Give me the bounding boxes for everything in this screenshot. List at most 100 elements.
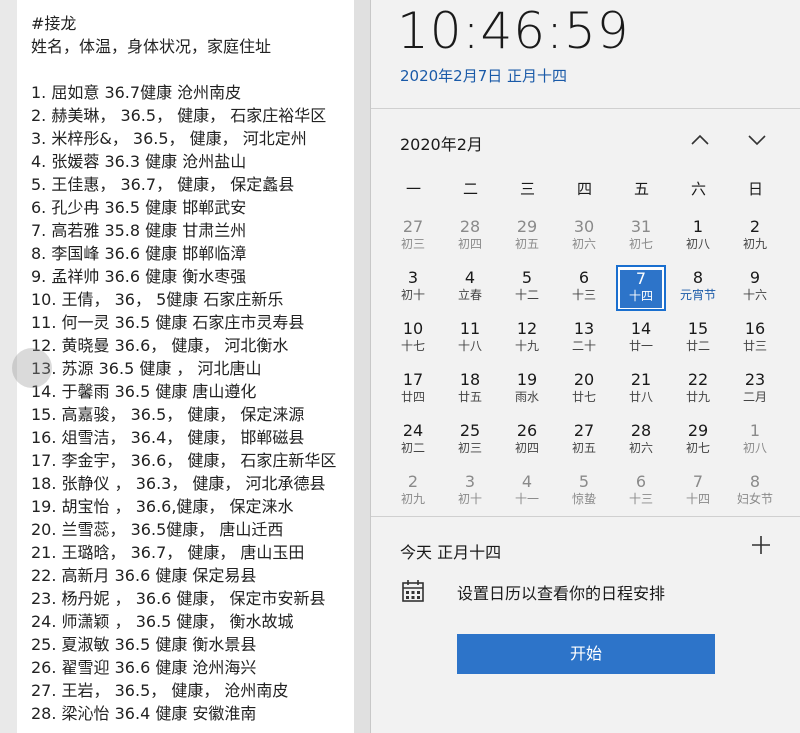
calendar-day[interactable]: 2 初九 [388,469,438,515]
note-line: 7. 高若雅 35.8 健康 甘肃兰州 [31,221,247,240]
note-line: 22. 高新月 36.6 健康 保定易县 [31,566,257,585]
day-number: 23 [744,370,766,389]
calendar-day[interactable]: 18 廿五 [445,367,495,413]
calendar-day[interactable]: 6 十三 [616,469,666,515]
calendar-day[interactable]: 25 初三 [445,418,495,464]
day-number: 9 [749,268,761,287]
calendar-day[interactable]: 26 初四 [502,418,552,464]
note-line: 4. 张媛蓉 36.3 健康 沧州盐山 [31,152,247,171]
lunar-date-label: 廿三 [742,339,767,353]
day-number: 28 [630,421,652,440]
lunar-date-label: 十六 [742,288,767,302]
calendar-day[interactable]: 3 初十 [445,469,495,515]
note-line: 1. 屈如意 36.7健康 沧州南皮 [31,83,242,102]
lunar-date-label: 妇女节 [736,492,773,506]
calendar-day[interactable]: 21 廿八 [616,367,666,413]
day-number: 2 [749,217,761,236]
calendar-day[interactable]: 28 初四 [445,214,495,260]
month-title[interactable]: 2020年2月 [400,131,483,155]
note-line: 8. 李国峰 36.6 健康 邯郸临漳 [31,244,247,263]
calendar-day-today[interactable]: 7 十四 [616,265,666,311]
calendar-day[interactable]: 27 初三 [388,214,438,260]
day-number: 4 [521,472,533,491]
day-number: 7 [635,269,647,288]
calendar-day[interactable]: 4 立春 [445,265,495,311]
calendar-day[interactable]: 23 二月 [730,367,780,413]
note-line: 23. 杨丹妮 ， 36.6 健康， 保定市安新县 [31,589,326,608]
day-number: 24 [402,421,424,440]
calendar-day[interactable]: 28 初六 [616,418,666,464]
note-line: 20. 兰雪蕊， 36.5健康， 唐山迁西 [31,520,284,539]
lunar-date-label: 十三 [628,492,653,506]
lunar-date-label: 初二 [400,441,425,455]
calendar-day[interactable]: 7 十四 [673,469,723,515]
calendar-day[interactable]: 20 廿七 [559,367,609,413]
calendar-day[interactable]: 5 惊蛰 [559,469,609,515]
calendar-day[interactable]: 24 初二 [388,418,438,464]
calendar-day[interactable]: 29 初七 [673,418,723,464]
calendar-day[interactable]: 9 十六 [730,265,780,311]
calendar-day[interactable]: 6 十三 [559,265,609,311]
day-number: 29 [516,217,538,236]
calendar-day[interactable]: 30 初六 [559,214,609,260]
calendar-day[interactable]: 27 初五 [559,418,609,464]
calendar-day[interactable]: 1 初八 [730,418,780,464]
day-number: 8 [749,472,761,491]
note-line: 16. 俎雪洁， 36.4， 健康， 邯郸磁县 [31,428,305,447]
agenda-message: 设置日历以查看你的日程安排 [457,584,666,603]
calendar-day[interactable]: 31 初七 [616,214,666,260]
lunar-date-label: 十三 [571,288,596,302]
day-number: 15 [687,319,709,338]
calendar-day[interactable]: 8 元宵节 [673,265,723,311]
calendar-day[interactable]: 17 廿四 [388,367,438,413]
calendar-day[interactable]: 4 十一 [502,469,552,515]
calendar-day[interactable]: 1 初八 [673,214,723,260]
day-number: 2 [407,472,419,491]
day-number: 28 [459,217,481,236]
calendar-day[interactable]: 29 初五 [502,214,552,260]
calendar-day[interactable]: 5 十二 [502,265,552,311]
weekday-header: 三 [519,180,535,198]
calendar-day[interactable]: 15 廿二 [673,316,723,362]
chevron-up-icon[interactable] [687,128,713,154]
clock-calendar-flyout: 10:46:59 2020年2月7日 正月十四 2020年2月 一二三四五六日 … [370,0,800,733]
day-number: 5 [521,268,533,287]
calendar-day[interactable]: 11 十八 [445,316,495,362]
note-title: #接龙 [31,14,77,33]
note-line: 26. 翟雪迎 36.6 健康 沧州海兴 [31,658,257,677]
lunar-date-label: 廿九 [685,390,710,404]
weekday-header: 四 [576,180,592,198]
calendar-day[interactable]: 3 初十 [388,265,438,311]
calendar-day[interactable]: 16 廿三 [730,316,780,362]
calendar-day[interactable]: 10 十七 [388,316,438,362]
note-line: 17. 李金宇， 36.6， 健康， 石家庄新华区 [31,451,337,470]
full-date-link[interactable]: 2020年2月7日 正月十四 [400,65,567,86]
lunar-date-label: 初三 [400,237,425,251]
note-line: 12. 黄晓曼 36.6， 健康， 河北衡水 [31,336,289,355]
calendar-day[interactable]: 12 十九 [502,316,552,362]
day-number: 8 [692,268,704,287]
day-number: 6 [635,472,647,491]
scroll-handle[interactable] [12,348,52,388]
weekday-header: 六 [690,180,706,198]
start-button[interactable]: 开始 [457,634,715,674]
agenda-heading: 今天 正月十四 [400,543,502,562]
lunar-date-label: 初七 [628,237,653,251]
plus-icon[interactable] [751,532,771,562]
day-number: 30 [573,217,595,236]
day-number: 3 [407,268,419,287]
calendar-day[interactable]: 13 二十 [559,316,609,362]
calendar-day[interactable]: 2 初九 [730,214,780,260]
lunar-date-label: 初八 [685,237,710,251]
calendar-day[interactable]: 14 廿一 [616,316,666,362]
lunar-date-label: 廿五 [457,390,482,404]
lunar-date-label: 初五 [571,441,596,455]
calendar-day[interactable]: 19 雨水 [502,367,552,413]
calendar-day[interactable]: 8 妇女节 [730,469,780,515]
chevron-down-icon[interactable] [744,128,770,154]
note-line: 24. 师潇颖 ， 36.5 健康， 衡水故城 [31,612,294,631]
lunar-date-label: 立春 [457,288,482,302]
lunar-date-label: 十一 [514,492,539,506]
calendar-day[interactable]: 22 廿九 [673,367,723,413]
calendar-icon [401,579,425,603]
